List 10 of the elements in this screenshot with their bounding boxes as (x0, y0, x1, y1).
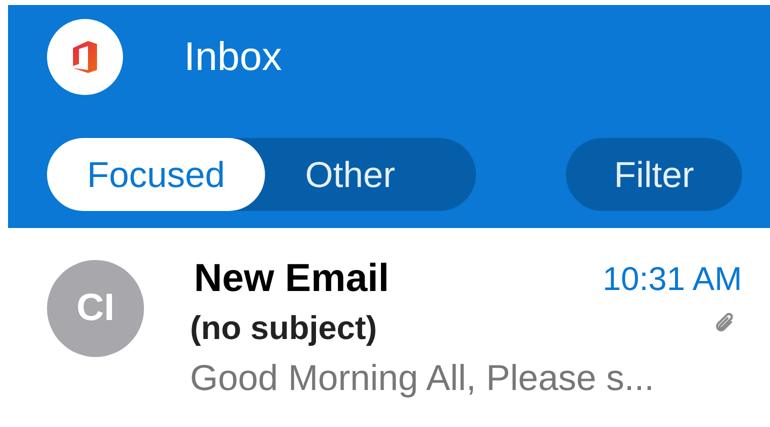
message-time: 10:31 AM (602, 260, 742, 298)
inbox-title: Inbox (184, 35, 282, 80)
office-logo-icon (71, 40, 99, 74)
sender-avatar: CI (47, 260, 144, 357)
mailbox-tab[interactable]: Other (265, 138, 436, 211)
message-subject: (no subject) (190, 309, 377, 347)
filter-button[interactable]: Filter (566, 138, 742, 211)
sender-name: New Email (194, 257, 390, 301)
message-preview: Good Morning All, Please s... (190, 357, 656, 399)
mailbox-tab[interactable]: Focused (47, 138, 266, 211)
